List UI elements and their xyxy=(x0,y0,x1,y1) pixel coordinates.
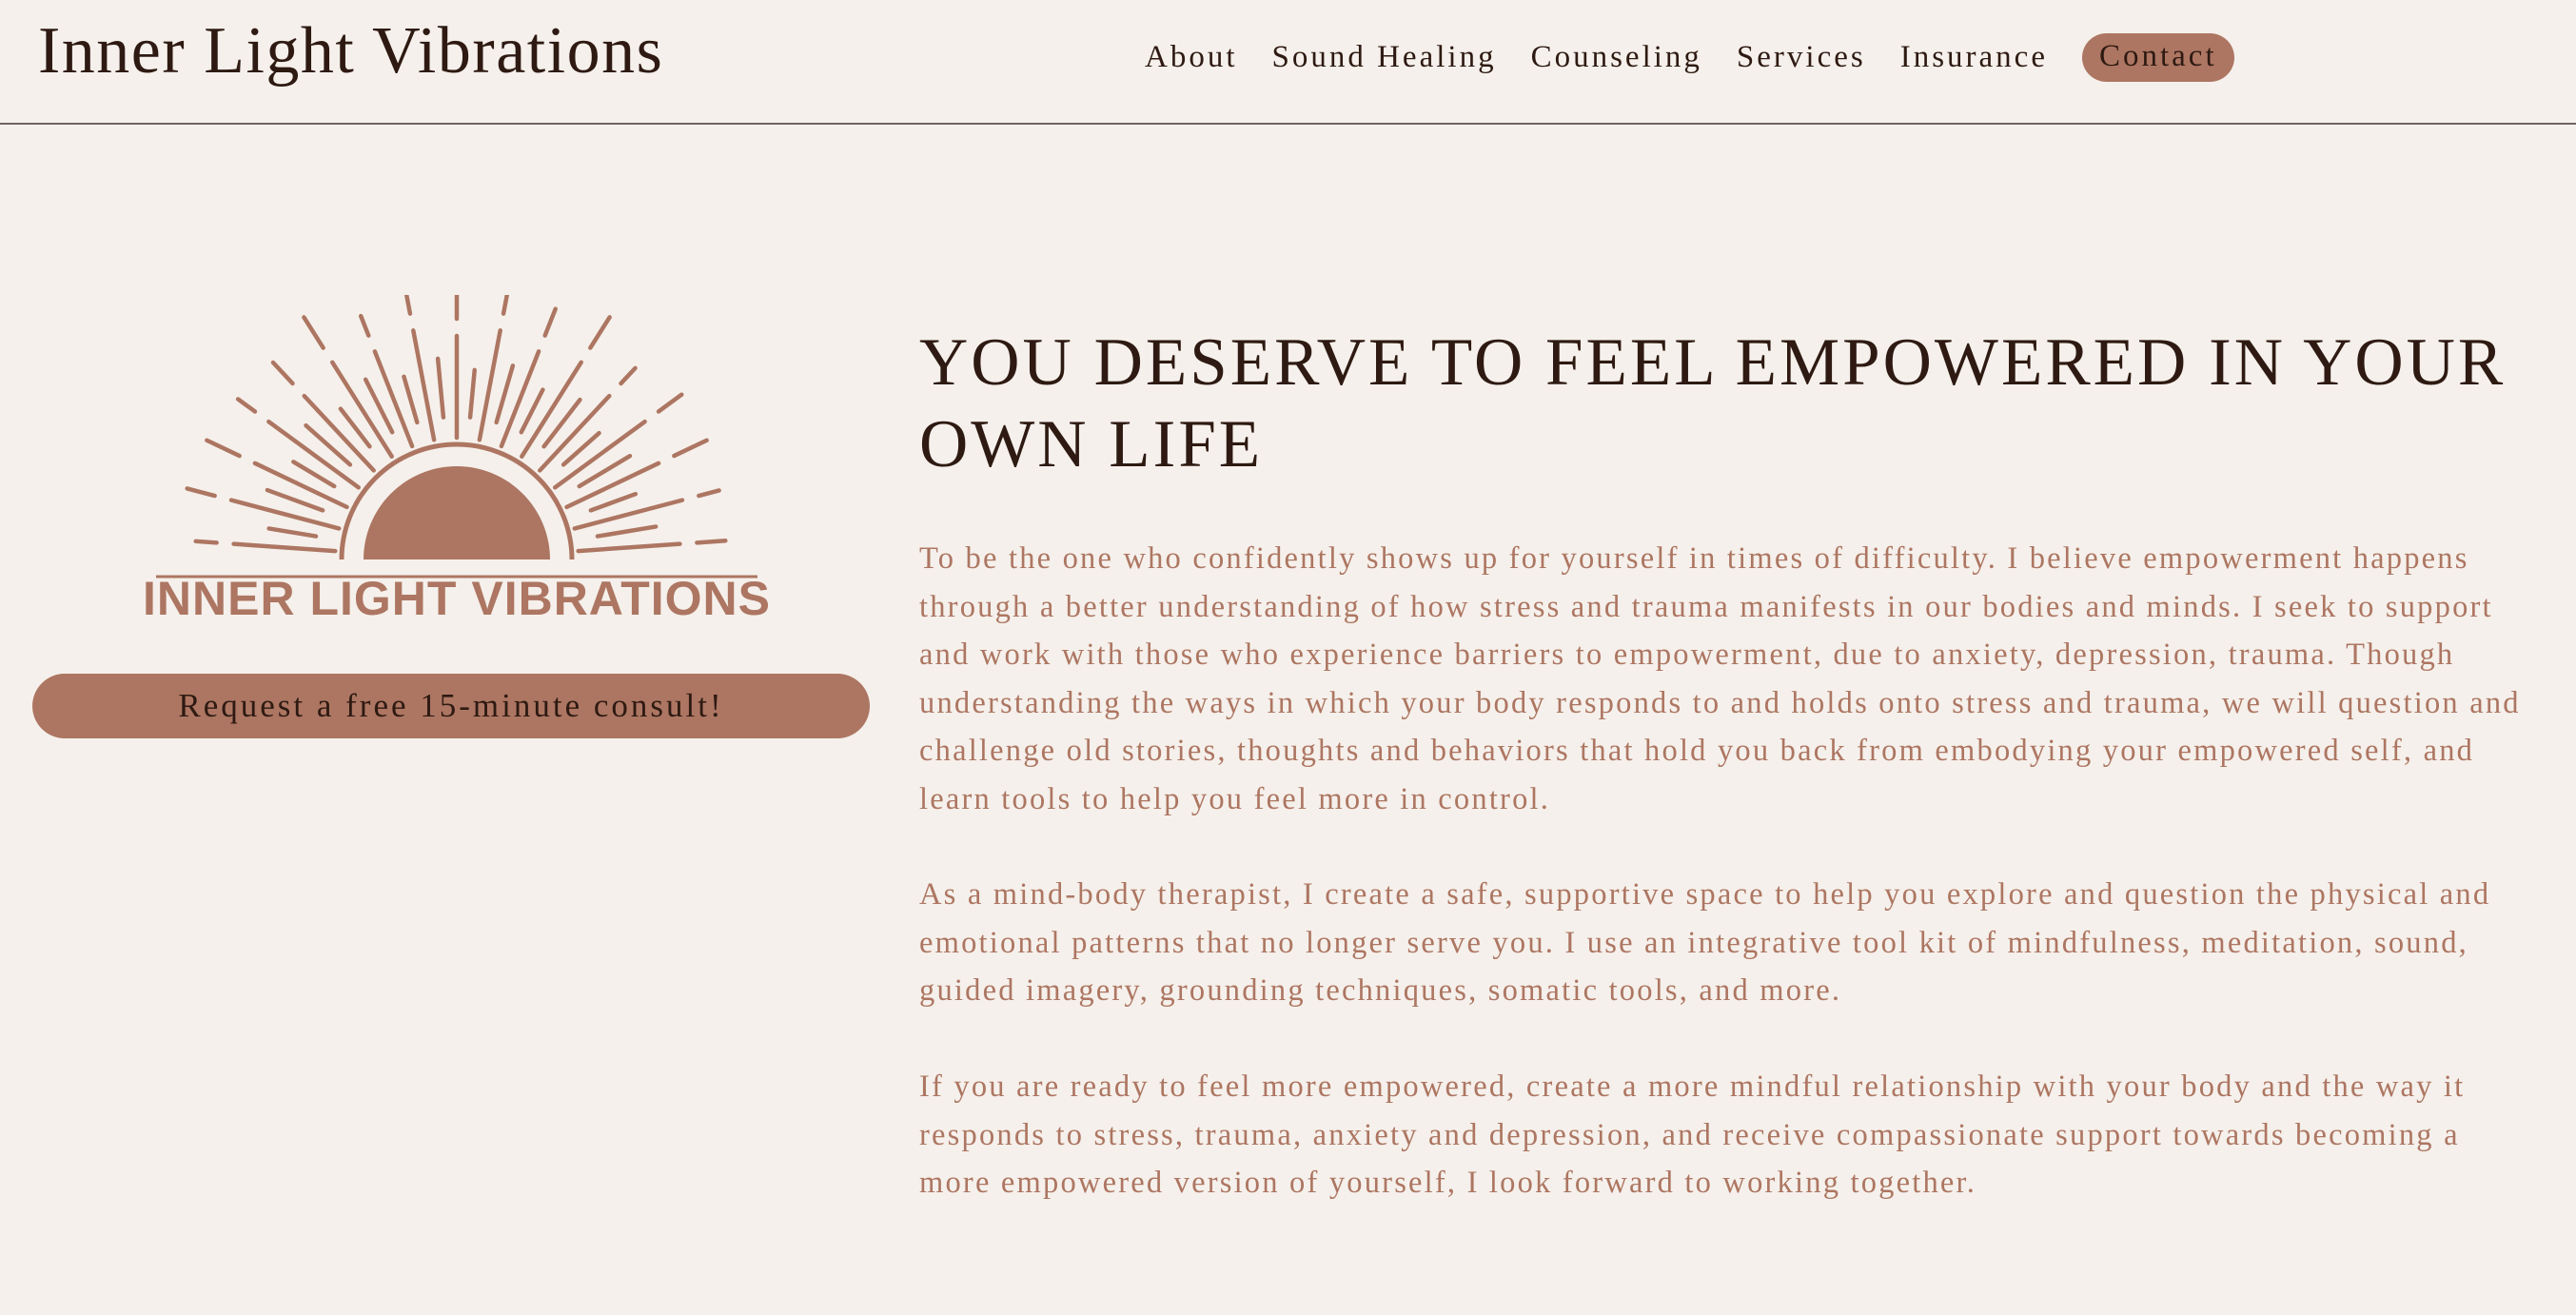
request-consult-button[interactable]: Request a free 15-minute consult! xyxy=(32,674,870,738)
nav-about[interactable]: About xyxy=(1145,40,1238,75)
nav-counseling[interactable]: Counseling xyxy=(1531,40,1702,75)
nav-contact-button[interactable]: Contact xyxy=(2081,32,2234,82)
rising-sun-icon xyxy=(156,295,757,579)
intro-paragraph: To be the one who confidently shows up f… xyxy=(919,541,2521,816)
logo-wordmark: INNER LIGHT VIBRATIONS xyxy=(143,572,771,625)
nav-insurance[interactable]: Insurance xyxy=(1900,40,2048,75)
main-nav: About Sound Healing Counseling Services … xyxy=(1145,30,2234,84)
nav-sound-healing[interactable]: Sound Healing xyxy=(1272,40,1497,75)
page-headline: YOU DESERVE TO FEEL EMPOWERED IN YOUR OW… xyxy=(919,325,2507,481)
logo: INNER LIGHT VIBRATIONS xyxy=(143,295,771,628)
site-header: Inner Light Vibrations About Sound Heali… xyxy=(0,0,2576,125)
site-title[interactable]: Inner Light Vibrations xyxy=(38,13,663,89)
closing-paragraph: If you are ready to feel more empowered,… xyxy=(919,1070,2466,1200)
nav-services[interactable]: Services xyxy=(1737,40,1866,75)
approach-paragraph: As a mind-body therapist, I create a saf… xyxy=(919,877,2491,1008)
